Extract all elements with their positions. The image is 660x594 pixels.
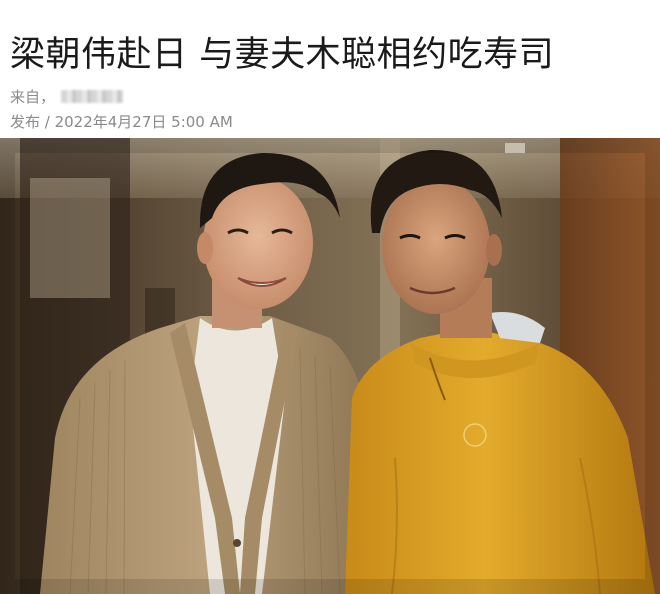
source-label: 来自，: [10, 88, 56, 106]
cardigan-button: [233, 539, 241, 547]
publish-date: 发布 / 2022年4月27日 5:00 AM: [10, 113, 233, 131]
source-line: 来自，: [10, 86, 124, 107]
article-photo: [0, 138, 660, 594]
blurred-author-name: [61, 90, 124, 103]
article-title: 梁朝伟赴日 与妻夫木聪相约吃寿司: [10, 35, 555, 76]
